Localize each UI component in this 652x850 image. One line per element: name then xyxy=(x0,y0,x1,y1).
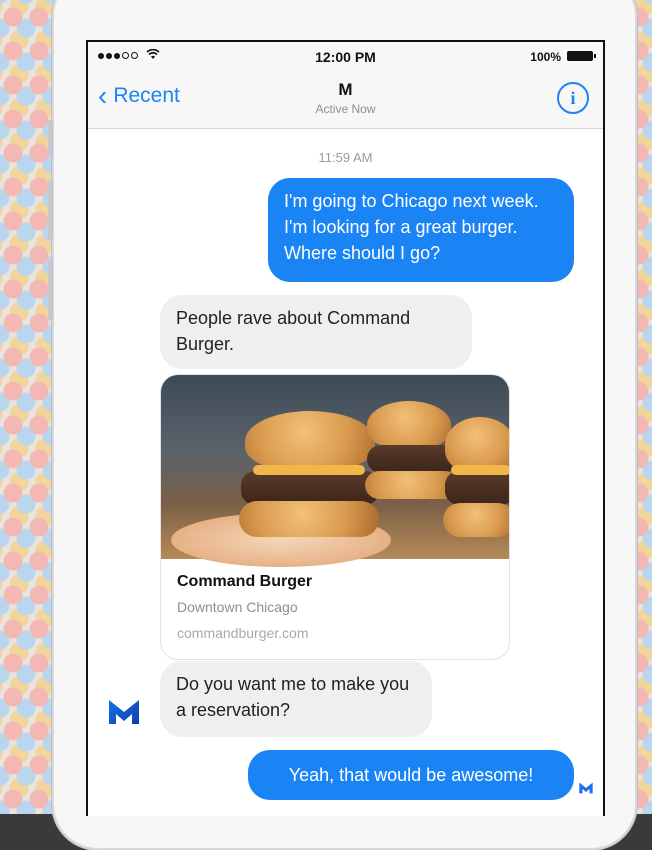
place-name: Command Burger xyxy=(177,573,313,590)
incoming-message[interactable]: Do you want me to make you a reservation… xyxy=(160,661,432,737)
phone-volume-up-button xyxy=(48,180,53,240)
phone-volume-down-button xyxy=(48,260,53,320)
conversation-title: M xyxy=(338,80,353,99)
messenger-screen: 12:00 PM 100% ‹ Recent M Active Now i 11… xyxy=(86,40,605,816)
navigation-bar: ‹ Recent M Active Now i xyxy=(88,70,603,129)
battery-icon xyxy=(567,51,596,61)
burger-photo xyxy=(161,375,509,567)
m-read-receipt-icon xyxy=(578,780,594,796)
incoming-message[interactable]: People rave about Command Burger. xyxy=(160,295,472,369)
place-website[interactable]: commandburger.com xyxy=(177,625,309,641)
info-icon[interactable]: i xyxy=(557,82,589,114)
outgoing-message[interactable]: Yeah, that would be awesome! xyxy=(248,750,574,800)
presence-status: Active Now xyxy=(315,102,376,116)
message-timestamp: 11:59 AM xyxy=(318,150,373,165)
outgoing-message[interactable]: I'm going to Chicago next week. I'm look… xyxy=(268,178,574,282)
place-location: Downtown Chicago xyxy=(177,599,298,615)
battery-percentage: 100% xyxy=(530,50,561,64)
m-assistant-avatar-icon xyxy=(106,694,142,730)
status-bar: 12:00 PM 100% xyxy=(88,42,603,70)
place-card[interactable]: Command Burger Downtown Chicago commandb… xyxy=(160,374,510,660)
status-time: 12:00 PM xyxy=(315,49,376,65)
phone-mute-button xyxy=(48,120,53,156)
